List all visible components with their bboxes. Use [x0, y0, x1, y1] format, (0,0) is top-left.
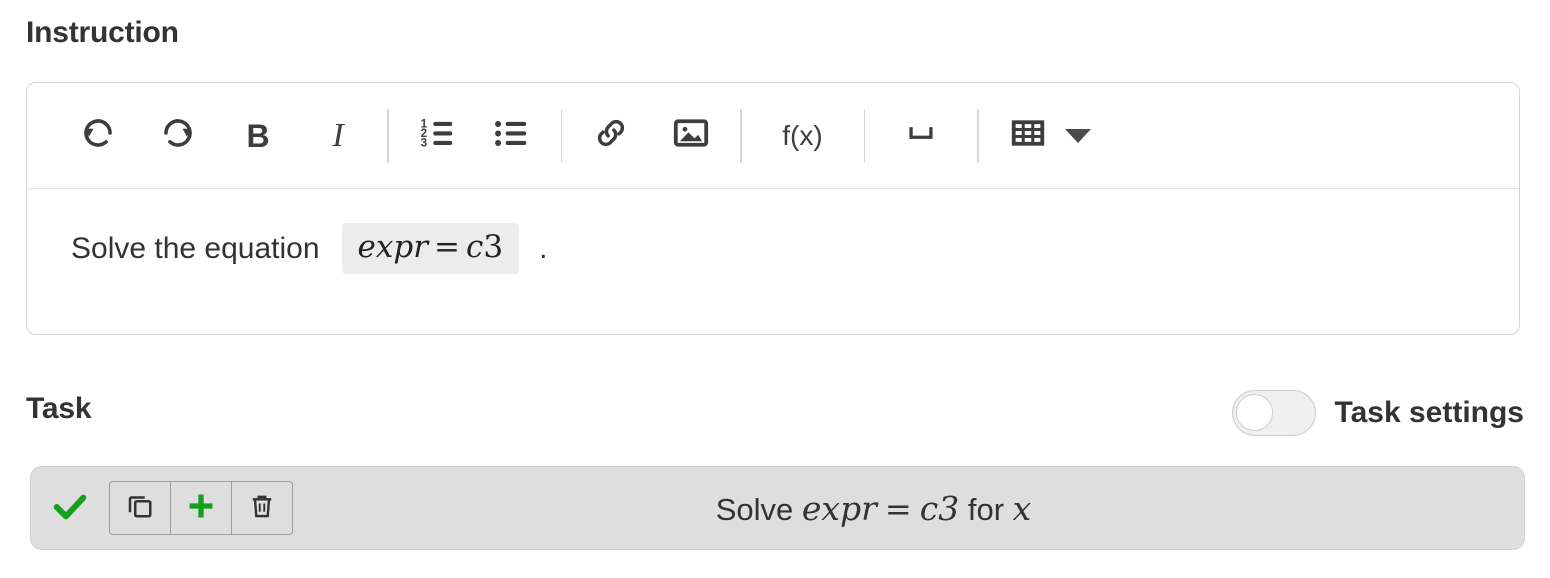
- equation-rhs-num: 3: [483, 229, 504, 265]
- bold-button[interactable]: B: [231, 109, 285, 163]
- check-icon: [50, 486, 90, 531]
- task-text-middle: for: [967, 491, 1005, 527]
- insert-image-button[interactable]: [664, 109, 718, 163]
- equation-operator: =: [434, 229, 461, 265]
- bullet-list-button[interactable]: [485, 109, 539, 163]
- toolbar-divider: [560, 108, 562, 163]
- instruction-equation[interactable]: expr = c3: [341, 223, 520, 274]
- italic-icon: I: [332, 116, 344, 154]
- instruction-text-suffix: .: [539, 231, 548, 265]
- chevron-down-icon: [1064, 128, 1091, 143]
- task-settings-group: Task settings: [1232, 390, 1524, 436]
- bold-icon: B: [246, 117, 270, 154]
- task-equation-lhs: expr: [801, 488, 877, 528]
- duplicate-task-button[interactable]: [110, 482, 171, 534]
- insert-space-button[interactable]: [887, 109, 955, 163]
- copy-icon: [125, 491, 155, 526]
- redo-icon: [160, 115, 196, 156]
- task-header: Task Task settings: [26, 390, 1524, 444]
- toolbar-divider: [863, 108, 865, 163]
- plus-icon: [185, 490, 217, 527]
- undo-button[interactable]: [71, 109, 125, 163]
- instruction-text-prefix: Solve the equation: [71, 231, 320, 265]
- undo-icon: [80, 115, 116, 156]
- space-icon: [901, 116, 941, 155]
- task-settings-label: Task settings: [1334, 396, 1524, 429]
- task-equation-rhs-num: 3: [938, 488, 960, 528]
- redo-button[interactable]: [151, 109, 205, 163]
- svg-text:3: 3: [420, 137, 427, 150]
- formula-button[interactable]: f(x): [764, 109, 842, 163]
- task-status-check-button[interactable]: [31, 486, 109, 531]
- ordered-list-icon: 1 2 3: [419, 114, 457, 157]
- task-equation-rhs-var: c: [919, 488, 939, 528]
- task-action-button-group: [109, 481, 293, 535]
- task-text-prefix: Solve: [715, 491, 794, 527]
- bullet-list-icon: [493, 114, 531, 157]
- delete-task-button[interactable]: [232, 482, 292, 534]
- ordered-list-button[interactable]: 1 2 3: [411, 109, 465, 163]
- equation-lhs: expr: [357, 229, 429, 265]
- page-root: Instruction B I 1 2 3 f(x) Solve the equ…: [0, 0, 1550, 578]
- link-button[interactable]: [584, 109, 638, 163]
- toolbar-divider: [387, 108, 389, 163]
- toolbar-divider: [977, 108, 979, 163]
- editor-toolbar: B I 1 2 3 f(x): [27, 83, 1519, 189]
- task-row[interactable]: Solve expr = c3 for x: [30, 466, 1525, 550]
- insert-table-button[interactable]: [1001, 109, 1055, 163]
- trash-icon: [247, 491, 277, 526]
- link-icon: [592, 114, 630, 157]
- equation-rhs-var: c: [466, 229, 484, 265]
- image-icon: [672, 114, 710, 157]
- formula-icon: f(x): [782, 119, 823, 151]
- add-task-button[interactable]: [171, 482, 232, 534]
- task-variable: x: [1012, 488, 1032, 528]
- toggle-knob: [1236, 394, 1274, 431]
- instruction-content[interactable]: Solve the equation expr = c3 .: [27, 189, 1519, 274]
- instruction-heading: Instruction: [26, 16, 179, 49]
- toolbar-divider: [740, 108, 742, 163]
- instruction-editor: B I 1 2 3 f(x) Solve the equation expr =…: [26, 82, 1520, 335]
- task-heading: Task: [26, 392, 92, 425]
- italic-button[interactable]: I: [311, 109, 365, 163]
- task-equation-operator: =: [884, 489, 912, 528]
- task-settings-toggle[interactable]: [1232, 390, 1317, 436]
- table-icon: [1009, 114, 1047, 157]
- task-description: Solve expr = c3 for x: [293, 489, 1524, 528]
- table-dropdown-button[interactable]: [1055, 109, 1101, 163]
